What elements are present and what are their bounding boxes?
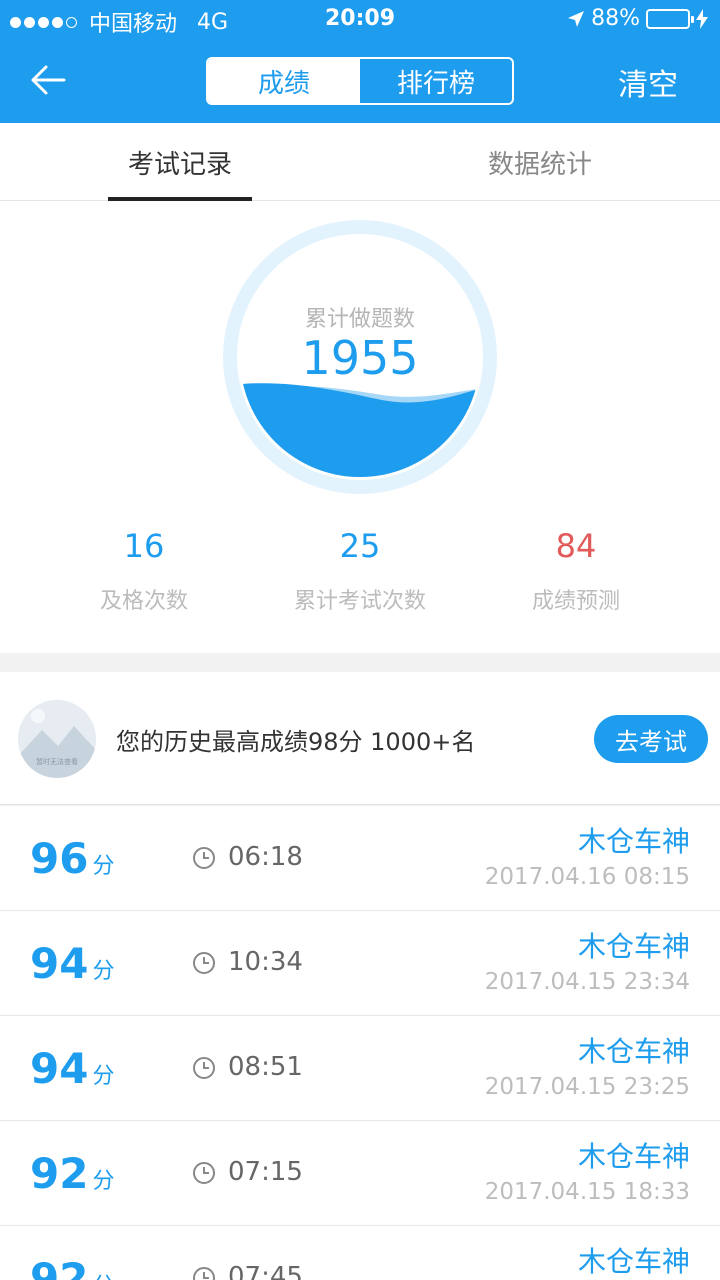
duration: 08:51 (228, 1052, 303, 1082)
table-row[interactable]: 96 分 06:18 木仓车神 2017.04.16 08:15 (0, 806, 720, 911)
score-unit: 分 (92, 1169, 115, 1194)
score-unit: 分 (92, 854, 115, 879)
metric-score-prediction: 84 成绩预测 (456, 527, 696, 615)
exam-date: 2017.04.15 23:25 (484, 1074, 690, 1100)
clear-button[interactable]: 清空 (618, 60, 678, 104)
segment-score[interactable]: 成绩 (208, 59, 360, 103)
battery-percent: 88% (591, 6, 640, 31)
battery-icon (646, 8, 694, 29)
exam-record-list: 96 分 06:18 木仓车神 2017.04.16 08:15 94 分 10:3… (0, 806, 720, 1280)
segment-ranking[interactable]: 排行榜 (360, 59, 512, 103)
user-name: 木仓车神 (577, 1245, 690, 1278)
table-row[interactable]: 92分 07:45 木仓车神 (0, 1226, 720, 1280)
metric-label: 成绩预测 (531, 589, 620, 614)
status-bar: 中国移动 4G 20:09 88% (0, 0, 720, 40)
status-right: 88% (567, 6, 708, 31)
clock-icon (193, 1162, 215, 1184)
stats-card: 累计做题数 1955 16 及格次数 25 累计考试次数 84 成绩预测 (0, 201, 720, 653)
score-unit: 分 (92, 959, 115, 984)
metric-label: 及格次数 (99, 589, 188, 614)
score-value: 94 (30, 1044, 89, 1093)
score-value: 92 (30, 1149, 89, 1198)
question-count-gauge: 累计做题数 1955 (222, 219, 498, 495)
gauge-label: 累计做题数 (304, 307, 415, 332)
user-name: 木仓车神 (577, 1140, 690, 1173)
metric-value: 84 (555, 527, 597, 565)
clock-icon (193, 847, 215, 869)
metric-label: 累计考试次数 (293, 589, 426, 614)
exam-date: 2017.04.15 23:34 (484, 969, 690, 995)
segmented-control: 成绩 排行榜 (206, 57, 514, 105)
take-exam-button[interactable]: 去考试 (594, 715, 708, 763)
metric-pass-count: 16 及格次数 (24, 527, 264, 615)
score: 92分 (30, 1149, 114, 1198)
duration: 07:15 (228, 1157, 303, 1187)
table-row[interactable]: 94 分 10:34 木仓车神 2017.04.15 23:34 (0, 911, 720, 1016)
metric-exam-count: 25 累计考试次数 (240, 527, 480, 615)
clock-icon (193, 952, 215, 974)
exam-date: 2017.04.16 08:15 (484, 864, 690, 890)
score-unit: 分 (92, 1064, 115, 1089)
score-value: 92 (30, 1254, 89, 1280)
metric-value: 16 (123, 527, 165, 565)
score: 94 分 (30, 1044, 114, 1093)
user-name: 木仓车神 (577, 825, 690, 858)
nav-bar: 成绩 排行榜 清空 (0, 40, 720, 123)
table-row[interactable]: 92 分 07:15 木仓车神 2017.04.15 18:33 (0, 1121, 720, 1226)
score: 92分 (30, 1254, 114, 1280)
duration: 10:34 (228, 947, 303, 977)
avatar-caption: 暂时无法查看 (36, 757, 78, 766)
gauge-value: 1955 (301, 331, 419, 385)
duration: 06:18 (228, 842, 303, 872)
exam-date: 2017.04.15 18:33 (484, 1179, 690, 1205)
tab-data-statistics[interactable]: 数据统计 (360, 123, 720, 201)
score-unit: 分 (92, 1274, 114, 1280)
score: 94 分 (30, 939, 114, 988)
tab-exam-records[interactable]: 考试记录 (0, 123, 360, 201)
best-score-text: 您的历史最高成绩98分 1000+名 (116, 728, 476, 756)
score-value: 94 (30, 939, 89, 988)
charging-bolt-icon (696, 8, 708, 29)
location-arrow-icon (568, 10, 585, 27)
table-row[interactable]: 94 分 08:51 木仓车神 2017.04.15 23:25 (0, 1016, 720, 1121)
avatar: 暂时无法查看 (18, 700, 96, 778)
app-header: 中国移动 4G 20:09 88% 成绩 排行榜 清空 (0, 0, 720, 123)
user-name: 木仓车神 (577, 1035, 690, 1068)
best-score-row: 暂时无法查看 您的历史最高成绩98分 1000+名 去考试 (0, 672, 720, 805)
score-value: 96 (30, 834, 89, 883)
clock-icon (193, 1057, 215, 1079)
clock-icon (193, 1267, 215, 1280)
score: 96 分 (30, 834, 114, 883)
image-placeholder-icon: 暂时无法查看 (18, 700, 96, 778)
record-tabs: 考试记录 数据统计 (0, 123, 720, 201)
user-name: 木仓车神 (577, 930, 690, 963)
back-arrow-icon[interactable] (28, 60, 68, 100)
duration: 07:45 (228, 1262, 303, 1280)
metric-value: 25 (339, 527, 381, 565)
